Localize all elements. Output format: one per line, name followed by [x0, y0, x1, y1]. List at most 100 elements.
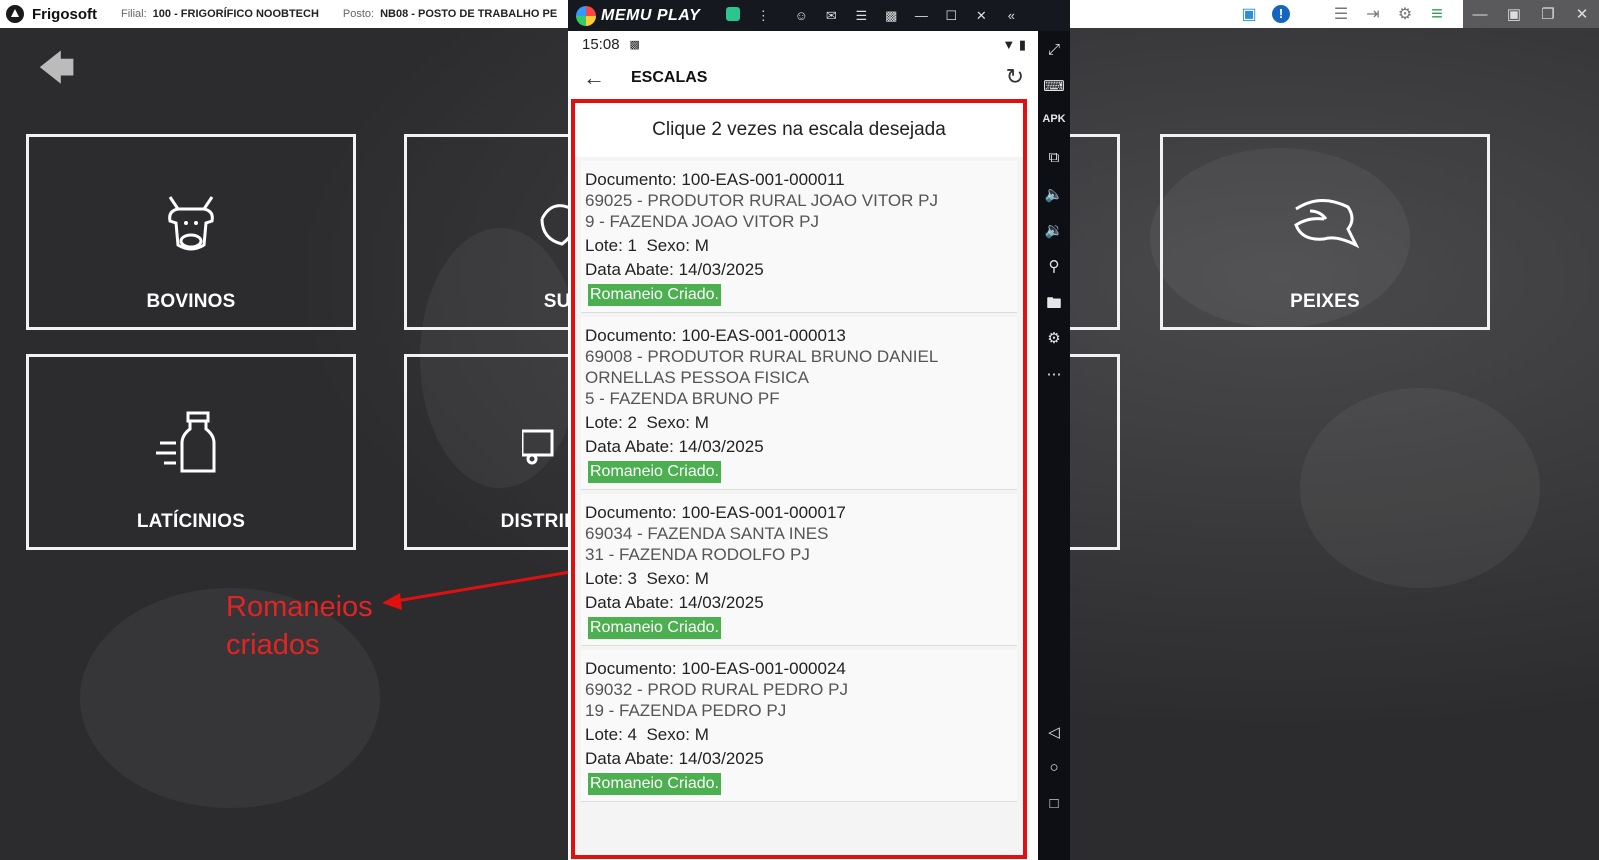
- tile-partial[interactable]: [1070, 354, 1120, 550]
- monitor-icon[interactable]: ▣: [1233, 0, 1265, 28]
- mail-icon[interactable]: ✉: [816, 8, 846, 24]
- tile-laticinios[interactable]: LATÍCINIOS: [26, 354, 356, 550]
- notification-icon: ▩: [629, 39, 640, 51]
- status-bar: 15:08 ▩ ▼ ▮: [568, 31, 1038, 58]
- app-brand: Frigosoft: [32, 5, 97, 23]
- sexo-value: M: [694, 413, 709, 432]
- data-abate-value: 14/03/2025: [678, 437, 764, 456]
- minimize-icon[interactable]: —: [1463, 0, 1497, 28]
- back-arrow-icon[interactable]: 🡄: [38, 50, 75, 86]
- lote-label: Lote:: [585, 236, 623, 255]
- escala-card[interactable]: Documento: 100-EAS-001-000017 69034 - FAZ…: [581, 494, 1017, 646]
- collapse-sidebar-icon[interactable]: «: [996, 8, 1026, 23]
- settings-icon[interactable]: ⚙: [1038, 329, 1070, 347]
- doc-label: Documento:: [585, 659, 677, 678]
- menu-icon[interactable]: ≡: [1421, 0, 1453, 28]
- location-icon[interactable]: ⚲: [1038, 257, 1070, 275]
- tile-distribuicao[interactable]: DISTRIB: [404, 354, 568, 550]
- sliders-icon[interactable]: ☰: [1325, 0, 1357, 28]
- instruction-text: Clique 2 vezes na escala desejada: [575, 103, 1023, 157]
- data-abate-label: Data Abate:: [585, 749, 674, 768]
- fit-window-icon[interactable]: ▣: [1497, 0, 1531, 28]
- lote-value: 4: [627, 725, 638, 744]
- data-abate-value: 14/03/2025: [678, 749, 764, 768]
- sexo-value: M: [694, 725, 709, 744]
- android-home-icon[interactable]: ○: [1038, 759, 1070, 776]
- doc-value: 100-EAS-001-000024: [681, 659, 846, 678]
- doc-label: Documento:: [585, 170, 677, 189]
- tile-peixes[interactable]: PEIXES: [1160, 134, 1490, 330]
- posto-value: NB08 - POSTO DE TRABALHO PE: [380, 8, 558, 20]
- memu-name: MEMU PLAY: [601, 6, 701, 24]
- status-badge: Romaneio Criado.: [588, 461, 721, 483]
- keyboard-icon[interactable]: ⌨: [1038, 77, 1070, 95]
- data-abate-label: Data Abate:: [585, 437, 674, 456]
- produtor: 69025 - PRODUTOR RURAL JOAO VITOR PJ: [585, 191, 938, 210]
- fazenda: 19 - FAZENDA PEDRO PJ: [585, 701, 787, 720]
- data-abate-value: 14/03/2025: [678, 593, 764, 612]
- game-icon[interactable]: [718, 7, 748, 24]
- volume-down-icon[interactable]: 🔉: [1038, 221, 1070, 239]
- lote-label: Lote:: [585, 569, 623, 588]
- back-arrow-icon[interactable]: ←: [572, 65, 616, 91]
- minimize-icon[interactable]: —: [906, 8, 936, 23]
- filial-value: 100 - FRIGORÍFICO NOOBTECH: [152, 8, 319, 20]
- wifi-battery-icon: ▼ ▮: [1002, 36, 1026, 52]
- pig-icon: [540, 204, 568, 246]
- app-bar: ← ESCALAS ↻: [568, 58, 1038, 98]
- fazenda: 5 - FAZENDA BRUNO PF: [585, 389, 780, 408]
- memu-emulator-window: MEMU PLAY ⋮ ☺ ✉ ☰ ▩ — ☐ ✕ « 15:08 ▩ ▼ ▮ …: [568, 0, 1070, 860]
- doc-label: Documento:: [585, 503, 677, 522]
- cow-icon: [168, 196, 214, 251]
- android-back-icon[interactable]: ◁: [1038, 723, 1070, 741]
- folder-icon[interactable]: 🖿: [1038, 293, 1070, 318]
- fullscreen-icon[interactable]: ⤢: [1038, 41, 1070, 58]
- tile-bovinos[interactable]: BOVINOS: [26, 134, 356, 330]
- screen-record-icon[interactable]: ▩: [876, 8, 906, 24]
- doc-label: Documento:: [585, 326, 677, 345]
- more-vertical-icon[interactable]: ⋮: [748, 8, 778, 24]
- android-screen: 15:08 ▩ ▼ ▮ ← ESCALAS ↻ Clique 2 vezes n…: [568, 31, 1038, 860]
- lote-value: 2: [627, 413, 638, 432]
- android-recents-icon[interactable]: □: [1038, 795, 1070, 812]
- top-right-tools: ▣ ! ☰ ⇥ ⚙ ≡ — ▣ ❐ ✕: [1233, 0, 1599, 28]
- data-abate-label: Data Abate:: [585, 593, 674, 612]
- logout-icon[interactable]: ⇥: [1357, 0, 1389, 28]
- clock: 15:08: [582, 36, 620, 53]
- status-badge: Romaneio Criado.: [588, 617, 721, 639]
- escala-card[interactable]: Documento: 100-EAS-001-000013 69008 - PRO…: [581, 317, 1017, 490]
- refresh-icon[interactable]: ↻: [1006, 64, 1024, 90]
- page-title: ESCALAS: [631, 69, 708, 86]
- account-icon[interactable]: ☺: [786, 8, 816, 23]
- filial-label: Filial:: [121, 8, 147, 20]
- lote-value: 3: [627, 569, 638, 588]
- memu-logo-icon: [576, 5, 596, 26]
- doc-value: 100-EAS-001-000017: [681, 503, 846, 522]
- data-abate-label: Data Abate:: [585, 260, 674, 279]
- truck-icon: [522, 429, 554, 465]
- settings-gear-icon[interactable]: ⚙: [1389, 0, 1421, 28]
- tile-suinos[interactable]: SUÍ: [404, 134, 568, 330]
- restore-icon[interactable]: ❐: [1531, 0, 1565, 28]
- escala-card[interactable]: Documento: 100-EAS-001-000011 69025 - PRO…: [581, 161, 1017, 313]
- tile-partial[interactable]: [1070, 134, 1120, 330]
- tile-label: PEIXES: [1290, 291, 1360, 312]
- close-icon[interactable]: ✕: [966, 8, 996, 24]
- tile-label: SUÍ: [543, 291, 568, 312]
- close-icon[interactable]: ✕: [1565, 0, 1599, 28]
- produtor: 69008 - PRODUTOR RURAL BRUNO DANIEL ORNE…: [585, 347, 938, 387]
- sexo-value: M: [694, 236, 709, 255]
- doc-value: 100-EAS-001-000013: [681, 326, 846, 345]
- list-menu-icon[interactable]: ☰: [846, 8, 876, 24]
- alert-icon[interactable]: !: [1265, 0, 1297, 28]
- sexo-label: Sexo:: [646, 236, 690, 255]
- escala-card[interactable]: Documento: 100-EAS-001-000024 69032 - PRO…: [581, 650, 1017, 802]
- frigosoft-logo-icon: [6, 5, 24, 23]
- maximize-icon[interactable]: ☐: [936, 8, 966, 24]
- volume-up-icon[interactable]: 🔈: [1038, 185, 1070, 203]
- apk-icon[interactable]: APK: [1038, 113, 1070, 125]
- lote-label: Lote:: [585, 725, 623, 744]
- more-icon[interactable]: ⋯: [1038, 365, 1070, 383]
- multi-window-icon[interactable]: ⧉: [1038, 149, 1070, 166]
- lote-label: Lote:: [585, 413, 623, 432]
